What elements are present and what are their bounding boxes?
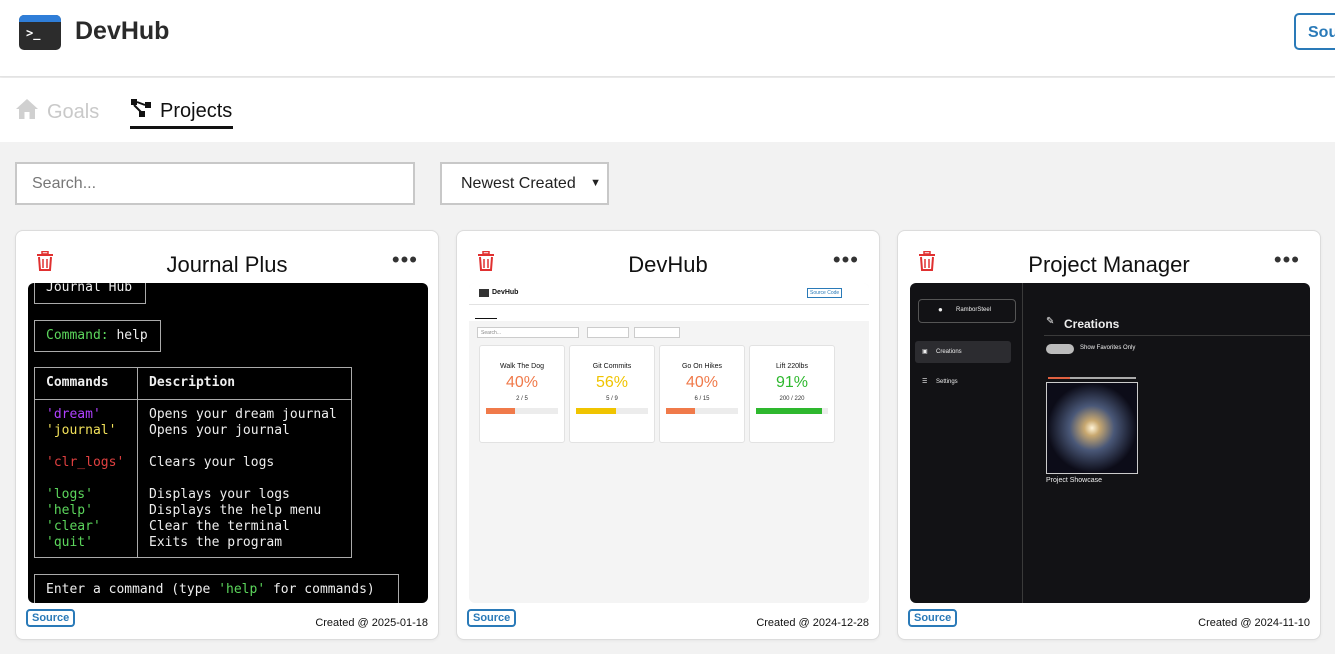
sort-select[interactable]: Newest Created ▼ (440, 162, 609, 205)
tab-goals-label: Goals (47, 100, 100, 123)
tab-projects[interactable]: Projects (130, 98, 233, 129)
project-card: Project Manager ••• ● RamborSteel ▣ Crea… (897, 230, 1321, 640)
chevron-down-icon: ▼ (590, 177, 601, 189)
created-date: Created @ 2025-01-18 (315, 617, 428, 629)
source-link[interactable]: Source (26, 609, 76, 627)
more-options-icon[interactable]: ••• (833, 249, 859, 271)
goal-preview-card: Go On Hikes 40% 6 / 15 (659, 345, 745, 443)
active-tab-underline (130, 126, 233, 129)
goal-preview-card: Git Commits 56% 5 / 9 (569, 345, 655, 443)
home-icon (15, 98, 39, 126)
project-card: DevHub ••• DevHub Source Code Search... … (456, 230, 880, 640)
goal-preview-card: Lift 220lbs 91% 200 / 220 (749, 345, 835, 443)
app-title: DevHub (75, 17, 170, 45)
project-tree-icon (130, 98, 152, 124)
search-input[interactable] (15, 162, 415, 205)
project-preview-image: DevHub Source Code Search... Walk The Do… (469, 283, 869, 603)
sort-select-value: Newest Created (461, 174, 576, 192)
tab-projects-label: Projects (160, 99, 233, 122)
source-link[interactable]: Source (467, 609, 517, 627)
source-link[interactable]: Source (908, 609, 958, 627)
tab-goals[interactable]: Goals (15, 98, 99, 126)
more-options-icon[interactable]: ••• (392, 249, 418, 271)
created-date: Created @ 2024-12-28 (756, 617, 869, 629)
project-title: Journal Plus (166, 252, 288, 277)
project-title: DevHub (628, 252, 708, 277)
project-preview-image: ● RamborSteel ▣ Creations ☰ Settings ✎ C… (910, 283, 1310, 603)
goal-preview-card: Walk The Dog 40% 2 / 5 (479, 345, 565, 443)
created-date: Created @ 2024-11-10 (1198, 617, 1310, 629)
terminal-logo-icon: >_ (19, 15, 61, 50)
app-header: >_ DevHub Sou (0, 0, 1335, 77)
preview-hub-title: Journal Hub (46, 283, 133, 295)
project-title: Project Manager (1028, 252, 1190, 277)
source-button[interactable]: Sou (1294, 13, 1335, 50)
project-preview-image: Journal Hub Command: help Commands Descr… (28, 283, 428, 603)
project-card: Journal Plus ••• Journal Hub Command: he… (15, 230, 439, 640)
tab-bar: Goals Projects (0, 78, 1335, 142)
more-options-icon[interactable]: ••• (1274, 249, 1300, 271)
